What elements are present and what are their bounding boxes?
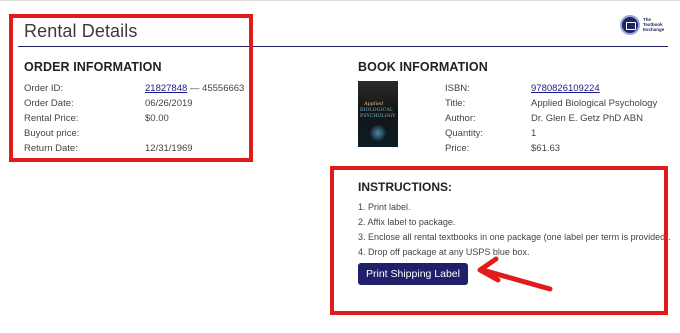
quantity-label: Quantity: xyxy=(445,128,484,139)
cover-title-line2: BIOLOGICAL xyxy=(360,108,394,113)
title-value: Applied Biological Psychology xyxy=(531,98,658,109)
cover-title-line1: Applied xyxy=(364,101,384,107)
price-value: $61.63 xyxy=(531,143,561,154)
cover-title-line3: PSYCHOLOGY xyxy=(360,114,396,119)
isbn-value: 9780826109224 xyxy=(531,83,600,94)
book-exchange-icon xyxy=(620,15,640,35)
logo-text: The Textbook Exchange xyxy=(643,17,665,32)
title-label: Title: xyxy=(445,98,466,109)
book-information-heading: BOOK INFORMATION xyxy=(358,60,488,74)
isbn-link[interactable]: 9780826109224 xyxy=(531,83,600,94)
book-cover-image: Applied BIOLOGICAL PSYCHOLOGY xyxy=(358,81,398,147)
order-info-highlight-box xyxy=(9,14,253,162)
annotation-arrow-icon xyxy=(477,256,553,292)
brand-logo[interactable]: The Textbook Exchange xyxy=(620,15,668,35)
author-value: Dr. Glen E. Getz PhD ABN xyxy=(531,113,643,124)
cover-art xyxy=(370,125,386,141)
quantity-value: 1 xyxy=(531,128,537,139)
rental-details-page: Rental Details The Textbook Exchange ORD… xyxy=(0,0,680,333)
author-label: Author: xyxy=(445,113,476,124)
price-label: Price: xyxy=(445,143,470,154)
isbn-label: ISBN: xyxy=(445,83,470,94)
